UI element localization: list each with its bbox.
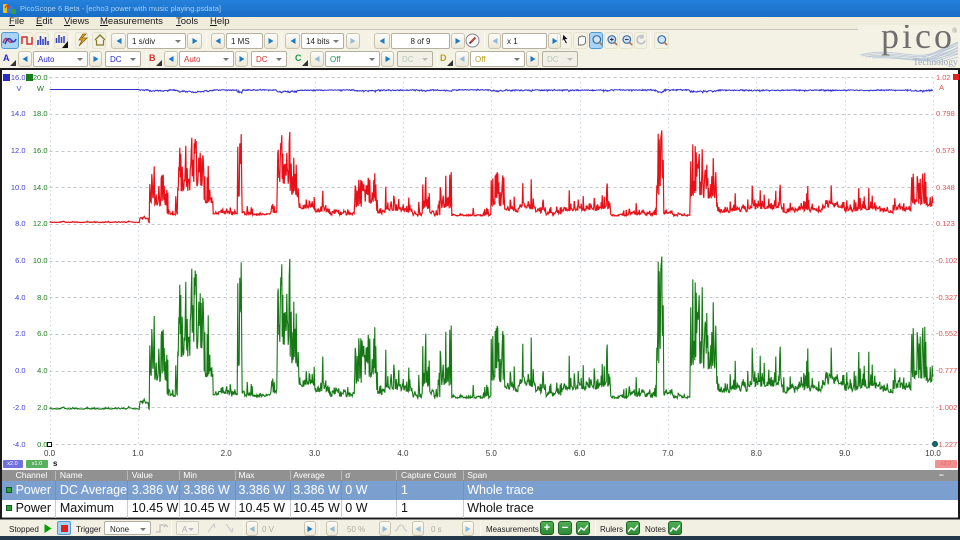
svg-text:®: ®	[952, 27, 958, 35]
svg-text:pico: pico	[881, 25, 955, 56]
svg-text:Technology: Technology	[913, 58, 958, 68]
